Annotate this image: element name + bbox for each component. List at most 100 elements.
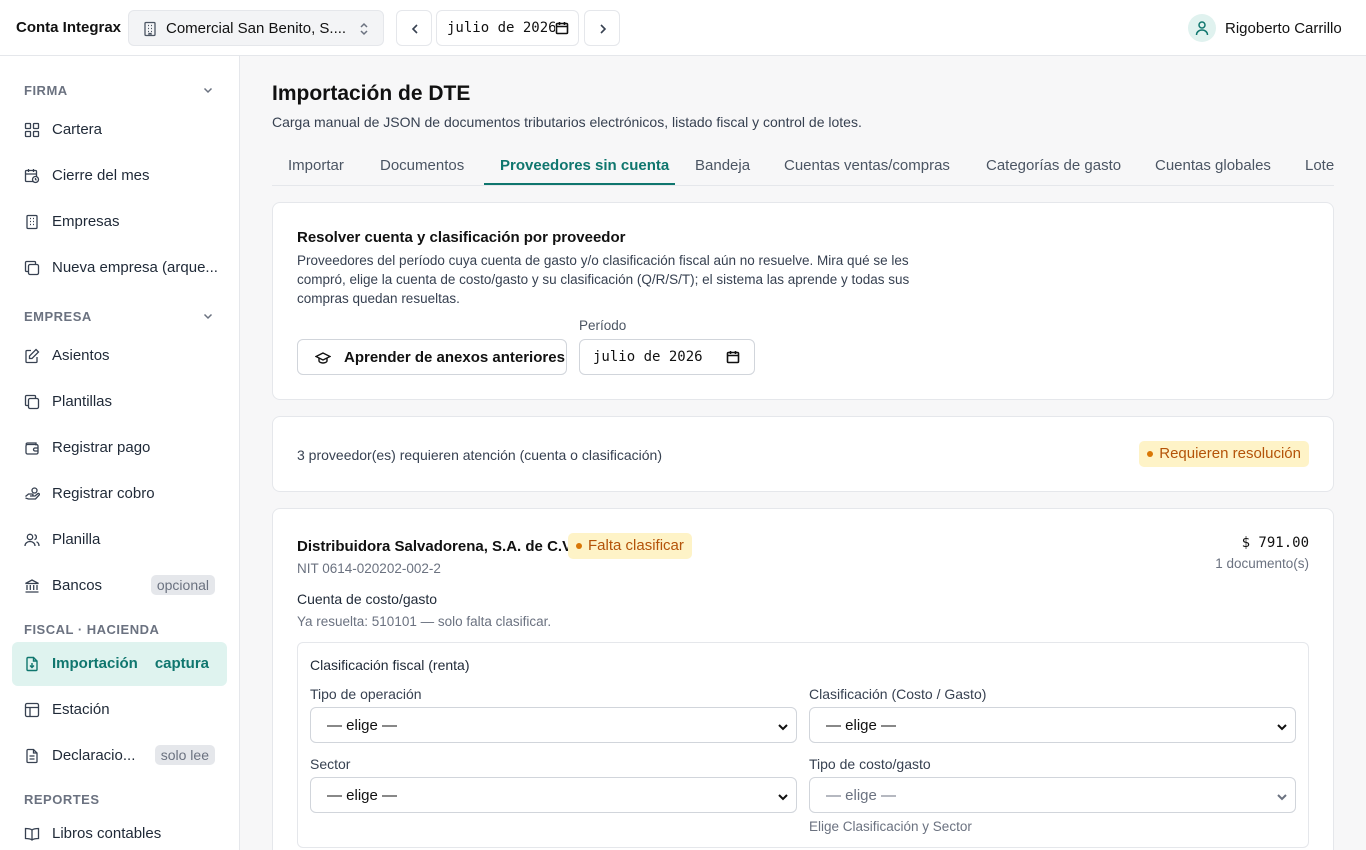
edit-document-icon [24,348,40,367]
section-header-fiscal-hacienda: FISCAL · HACIENDA [24,622,160,637]
cost-type-select[interactable]: — elige — [809,777,1296,813]
previous-period-button[interactable] [396,10,432,46]
chevron-down-icon [202,310,214,325]
sector-select[interactable]: — elige — [310,777,797,813]
sidebar-item-label: Registrar cobro [52,485,155,502]
tab-categorias-de-gasto[interactable]: Categorías de gasto [986,157,1121,174]
sidebar-item-label: Declaracio... [52,747,136,764]
section-header-firma[interactable]: FIRMA [24,83,213,98]
sidebar-item-registrar-pago[interactable]: Registrar pago [12,426,227,470]
sidebar-item-importacion[interactable]: Importación captura [12,642,227,686]
read-only-badge: solo lee [154,745,215,765]
sidebar-item-label: Cartera [52,121,103,138]
classification-select[interactable]: — elige — [809,707,1296,743]
sidebar-item-plantillas[interactable]: Plantillas [12,380,227,424]
supplier-name: Distribuidora Salvadorena, S.A. de C.V. [297,538,575,555]
sidebar-item-asientos[interactable]: Asientos [12,334,227,378]
fiscal-classification-panel: Clasificación fiscal (renta) Tipo de ope… [297,642,1309,848]
tab-importar[interactable]: Importar [288,157,344,174]
sidebar-item-empresas[interactable]: Empresas [12,200,227,244]
warning-dot-icon [576,543,582,549]
users-icon [24,532,40,551]
bank-icon [24,578,40,597]
optional-badge: opcional [150,575,215,595]
sidebar-item-label: Nueva empresa (arque... [52,259,218,276]
period-input-value: julio de 2026 [593,349,703,365]
resolver-title: Resolver cuenta y clasificación por prov… [297,229,626,246]
sidebar-item-nueva-empresa[interactable]: Nueva empresa (arque... [12,246,227,290]
sidebar-item-cierre-del-mes[interactable]: Cierre del mes [12,154,227,198]
page-subtitle: Carga manual de JSON de documentos tribu… [272,114,862,130]
resolver-card: Resolver cuenta y clasificación por prov… [272,202,1334,400]
period-input[interactable]: julio de 2026 [579,339,755,375]
book-open-icon [24,826,40,845]
sidebar-item-label: Libros contables [52,825,162,842]
sector-label: Sector [310,756,351,772]
sidebar-item-bancos[interactable]: Bancos opcional [12,564,227,608]
tab-bar: Importar Documentos Proveedores sin cuen… [272,146,1334,186]
chevron-down-icon [202,84,214,99]
avatar [1188,14,1216,42]
classification-title: Clasificación fiscal (renta) [310,657,470,673]
tab-cuentas-globales[interactable]: Cuentas globales [1155,157,1271,174]
app-brand: Conta Integrax [16,19,122,36]
period-value: julio de 2026 [447,20,555,36]
chevron-left-icon [411,24,418,34]
calendar-clock-icon [24,168,40,187]
capture-tag: captura [154,655,209,672]
hand-coins-icon [24,486,41,505]
graduation-cap-icon [315,352,331,364]
next-period-button[interactable] [584,10,620,46]
chevron-down-icon [777,790,789,806]
status-badge: Falta clasificar [568,533,692,559]
tab-bandeja[interactable]: Bandeja [695,157,750,174]
account-resolved-note: Ya resuelta: 510101 — solo falta clasifi… [297,614,552,629]
user-icon [1195,21,1209,36]
copy-icon [24,260,40,279]
tab-proveedores-sin-cuenta[interactable]: Proveedores sin cuenta [500,157,669,174]
sidebar-item-label: Asientos [52,347,110,364]
account-label: Cuenta de costo/gasto [297,591,438,607]
sidebar-item-estacion[interactable]: Estación [12,688,227,732]
section-header-empresa[interactable]: EMPRESA [24,309,213,324]
supplier-amount: $ 791.00 [1241,535,1309,551]
grid-icon [24,122,40,141]
sidebar-item-registrar-cobro[interactable]: Registrar cobro [12,472,227,516]
top-bar: Conta Integrax Comercial San Benito, S..… [0,0,1366,56]
period-picker[interactable]: julio de 2026 [436,10,579,46]
cost-type-label: Tipo de costo/gasto [809,756,931,772]
summary-card: 3 proveedor(es) requieren atención (cuen… [272,416,1334,492]
sidebar-item-libros-contables[interactable]: Libros contables [12,812,227,850]
copy-icon [24,394,40,413]
document-count: 1 documento(s) [1215,556,1309,571]
sidebar-item-label: Bancos [52,577,103,594]
sidebar-item-label: Registrar pago [52,439,151,456]
warning-dot-icon [1147,451,1154,457]
sidebar-item-label: Empresas [52,213,120,230]
sidebar-item-cartera[interactable]: Cartera [12,108,227,152]
user-name: Rigoberto Carrillo [1225,20,1342,37]
calendar-icon[interactable] [726,350,740,367]
attention-summary: 3 proveedor(es) requieren atención (cuen… [297,447,662,463]
company-selector[interactable]: Comercial San Benito, S.... [128,10,384,46]
tab-documentos[interactable]: Documentos [380,157,464,174]
calendar-icon[interactable] [555,21,569,38]
tab-cuentas-ventas-compras[interactable]: Cuentas ventas/compras [784,157,950,174]
tab-lote[interactable]: Lote [1305,157,1334,174]
sidebar-item-planilla[interactable]: Planilla [12,518,227,562]
main-content: Importación de DTE Carga manual de JSON … [240,56,1366,850]
learn-from-annexes-button[interactable]: Aprender de anexos anteriores [297,339,567,375]
sidebar-item-declaraciones[interactable]: Declaracio... solo lee [12,734,227,778]
sidebar-item-label: Plantillas [52,393,113,410]
operation-type-select[interactable]: — elige — [310,707,797,743]
sidebar-item-label: Estación [52,701,110,718]
chevron-down-icon [777,720,789,736]
sidebar-item-label: Planilla [52,531,101,548]
classification-label: Clasificación (Costo / Gasto) [809,686,987,702]
building-icon [142,21,158,40]
operation-type-label: Tipo de operación [310,686,422,702]
active-tab-indicator [484,183,675,185]
user-menu[interactable]: Rigoberto Carrillo [1188,14,1342,42]
building-icon [24,214,40,233]
chevron-down-icon [1276,790,1288,806]
